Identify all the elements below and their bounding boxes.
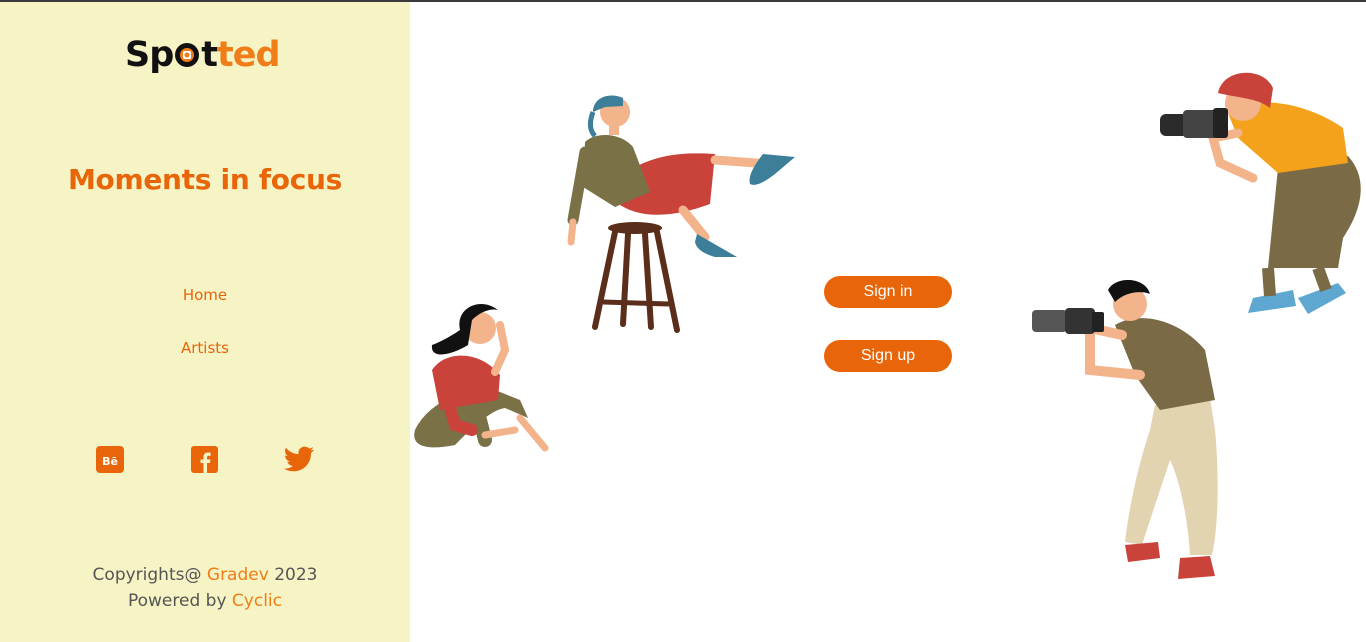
footer: Copyrights@ Gradev 2023 Powered by Cycli… (0, 562, 410, 614)
sidebar: Sp tted Moments in focus Home Artists Bē … (0, 2, 410, 642)
nav-home-link[interactable]: Home (0, 285, 410, 305)
svg-text:Bē: Bē (102, 455, 118, 468)
facebook-icon[interactable] (190, 445, 220, 475)
photographer-man-illustration (1032, 280, 1218, 579)
sidebar-nav: Home Artists (0, 285, 410, 391)
behance-icon[interactable]: Bē (96, 445, 126, 475)
social-links: Bē (0, 445, 410, 475)
nav-artists-link[interactable]: Artists (0, 338, 410, 358)
copyright-line: Copyrights@ Gradev 2023 (92, 565, 318, 585)
tagline: Moments in focus (67, 163, 343, 196)
cyclic-link[interactable]: Cyclic (232, 591, 282, 611)
sitting-woman-illustration (414, 303, 549, 452)
sign-in-button[interactable]: Sign in (824, 276, 952, 308)
main-content: Sign in Sign up (410, 2, 1366, 642)
woman-on-stool-illustration (567, 95, 795, 333)
sign-up-button[interactable]: Sign up (824, 340, 952, 372)
powered-by-line: Powered by Cyclic (127, 591, 282, 611)
spotted-logo[interactable]: Sp tted (125, 32, 281, 78)
twitter-icon[interactable] (283, 445, 314, 475)
gradev-link[interactable]: Gradev (207, 565, 269, 585)
camera-lens-icon (174, 42, 200, 68)
